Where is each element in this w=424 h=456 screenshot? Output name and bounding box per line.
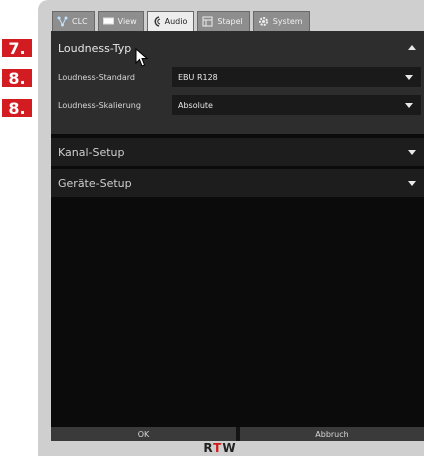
select-value: EBU R128 xyxy=(178,72,218,82)
brand-logo: RTW xyxy=(190,441,250,456)
tab-label: View xyxy=(117,17,137,26)
tab-stapel[interactable]: Stapel xyxy=(197,11,250,31)
tab-view[interactable]: View xyxy=(97,11,144,31)
network-icon xyxy=(57,16,68,27)
dropdown-arrow-icon xyxy=(405,75,413,80)
settings-screen: Loudness-Typ Loudness-Standard EBU R128 … xyxy=(51,31,424,427)
tab-audio[interactable]: Audio xyxy=(146,11,195,31)
section-title: Kanal-Setup xyxy=(58,145,125,159)
tab-label: Audio xyxy=(164,17,188,26)
section-title: Geräte-Setup xyxy=(58,176,132,190)
loudness-type-header[interactable]: Loudness-Typ xyxy=(51,34,424,62)
tab-system[interactable]: System xyxy=(252,11,310,31)
button-label: Abbruch xyxy=(315,429,349,439)
button-bar: OK Abbruch xyxy=(51,427,424,441)
loudness-scaling-select[interactable]: Absolute xyxy=(172,95,421,115)
loudness-scaling-row: Loudness-Skalierung Absolute xyxy=(51,95,424,115)
logo-letter: T xyxy=(213,441,223,455)
expand-arrow-icon xyxy=(408,150,416,155)
device-setup-section[interactable]: Geräte-Setup xyxy=(51,169,424,197)
callout-number: 8. xyxy=(8,68,26,88)
loudness-scaling-label: Loudness-Skalierung xyxy=(58,100,141,110)
collapse-arrow-icon xyxy=(408,45,416,50)
logo-letter: R xyxy=(203,441,214,455)
loudness-standard-label: Loudness-Standard xyxy=(58,72,135,82)
mouse-pointer-icon xyxy=(135,47,149,72)
select-value: Absolute xyxy=(178,100,213,110)
loudness-standard-select[interactable]: EBU R128 xyxy=(172,67,421,87)
loudness-type-section: Loudness-Typ Loudness-Standard EBU R128 … xyxy=(51,31,424,134)
callout-number: 7. xyxy=(8,38,26,58)
gear-icon xyxy=(258,16,269,27)
logo-letter: W xyxy=(222,441,237,455)
channel-setup-section[interactable]: Kanal-Setup xyxy=(51,138,424,166)
ok-button[interactable]: OK xyxy=(51,427,236,441)
tab-label: Stapel xyxy=(217,17,243,26)
audio-icon xyxy=(152,16,161,27)
tab-clc[interactable]: CLC xyxy=(52,11,95,31)
cancel-button[interactable]: Abbruch xyxy=(240,427,424,441)
callout-badge: 7. xyxy=(0,37,34,59)
expand-arrow-icon xyxy=(408,181,416,186)
stack-icon xyxy=(202,16,213,27)
button-label: OK xyxy=(137,429,150,439)
callout-number: 8. xyxy=(8,98,26,118)
dropdown-arrow-icon xyxy=(405,103,413,108)
loudness-standard-row: Loudness-Standard EBU R128 xyxy=(51,67,424,87)
tab-label: System xyxy=(272,17,303,26)
callout-badge: 8. xyxy=(0,67,34,89)
tab-label: CLC xyxy=(72,17,88,26)
callout-badge: 8. xyxy=(0,97,34,119)
section-title: Loudness-Typ xyxy=(58,41,132,55)
tab-bar: CLC View Audio Stapel System xyxy=(52,11,310,31)
monitor-icon xyxy=(102,17,114,26)
